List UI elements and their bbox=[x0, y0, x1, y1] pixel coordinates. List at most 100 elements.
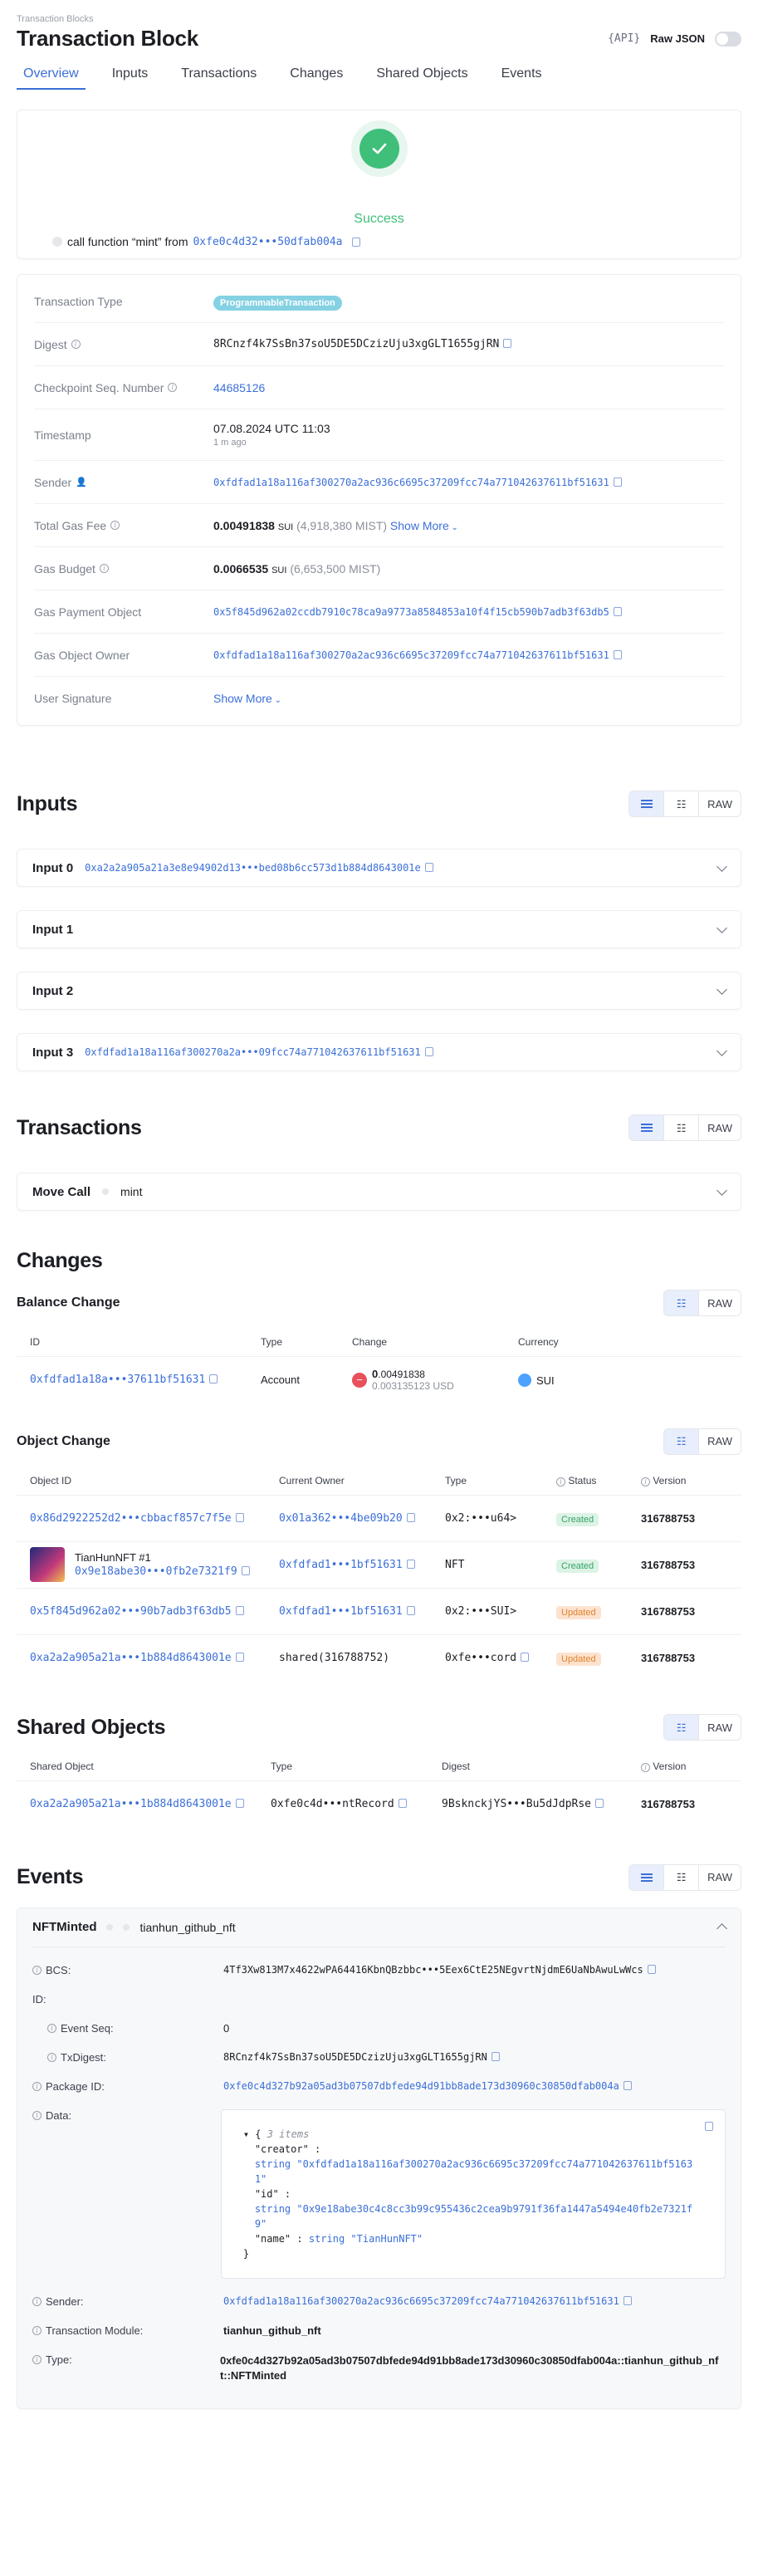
raw-view-button[interactable]: RAW bbox=[699, 1715, 741, 1740]
list-view-button[interactable] bbox=[629, 1864, 665, 1890]
list-view-button[interactable] bbox=[629, 791, 665, 816]
shared-object-link[interactable]: 0xa2a2a905a21a•••1b884d8643001e bbox=[30, 1798, 232, 1810]
copy-icon[interactable] bbox=[424, 863, 433, 872]
copy-icon[interactable] bbox=[595, 1799, 604, 1809]
chevron-down-icon[interactable] bbox=[716, 983, 727, 995]
change-usd: 0.003135123 bbox=[372, 1379, 431, 1392]
raw-view-button[interactable]: RAW bbox=[699, 791, 741, 816]
info-icon[interactable]: i bbox=[32, 2354, 42, 2364]
breadcrumb[interactable]: Transaction Blocks bbox=[17, 0, 741, 24]
checkpoint-link[interactable]: 44685126 bbox=[213, 381, 724, 394]
copy-icon[interactable] bbox=[398, 1799, 407, 1809]
tree-view-button[interactable]: ☷ bbox=[664, 791, 700, 816]
copy-icon[interactable] bbox=[424, 1047, 433, 1056]
chevron-down-icon[interactable] bbox=[716, 1184, 727, 1196]
object-id-link[interactable]: 0x5f845d962a02•••90b7adb3f63db5 bbox=[30, 1605, 232, 1618]
collapse-icon[interactable]: ▾ bbox=[243, 2128, 249, 2140]
tree-view-button[interactable]: ☷ bbox=[664, 1864, 700, 1890]
tab-changes[interactable]: Changes bbox=[283, 66, 350, 90]
copy-icon[interactable] bbox=[406, 1605, 415, 1615]
input-value-link[interactable]: 0xa2a2a905a21a3e8e94902d13•••bed08b6cc57… bbox=[85, 862, 421, 874]
raw-view-button[interactable]: RAW bbox=[699, 1865, 741, 1890]
copy-icon[interactable] bbox=[623, 2080, 632, 2090]
info-icon[interactable]: i bbox=[641, 1477, 650, 1486]
api-button[interactable]: {API} bbox=[608, 32, 640, 45]
call-package-link[interactable]: 0xfe0c4d32•••50dfab004a bbox=[193, 236, 342, 248]
input-0[interactable]: Input 0 0xa2a2a905a21a3e8e94902d13•••bed0… bbox=[17, 849, 741, 887]
tab-inputs[interactable]: Inputs bbox=[105, 66, 155, 90]
move-call[interactable]: Move Call mint bbox=[17, 1173, 741, 1211]
copy-icon[interactable] bbox=[623, 2295, 632, 2305]
copy-icon[interactable] bbox=[503, 339, 512, 348]
info-icon[interactable]: i bbox=[32, 2081, 42, 2091]
nft-thumbnail[interactable] bbox=[30, 1547, 65, 1582]
chevron-up-icon[interactable] bbox=[716, 1923, 727, 1934]
raw-json-toggle[interactable] bbox=[715, 31, 741, 47]
tree-view-button[interactable]: ☷ bbox=[664, 1428, 700, 1454]
info-icon[interactable]: i bbox=[32, 2325, 42, 2335]
owner-link[interactable]: 0xfdfad1•••1bf51631 bbox=[279, 1559, 403, 1571]
copy-icon[interactable] bbox=[613, 649, 622, 659]
list-view-button[interactable] bbox=[629, 1115, 665, 1140]
info-icon[interactable]: i bbox=[32, 2296, 42, 2306]
info-icon[interactable]: i bbox=[47, 2023, 56, 2033]
sender-link[interactable]: 0xfdfad1a18a116af300270a2ac936c6695c3720… bbox=[223, 2295, 619, 2307]
input-1[interactable]: Input 1 bbox=[17, 910, 741, 948]
chevron-down-icon[interactable] bbox=[716, 860, 727, 872]
copy-icon[interactable] bbox=[241, 1566, 250, 1575]
owner-link[interactable]: 0xfdfad1•••1bf51631 bbox=[279, 1605, 403, 1618]
package-link[interactable]: 0xfe0c4d327b92a05ad3b07507dbfede94d91bb8… bbox=[223, 2080, 619, 2092]
copy-icon[interactable] bbox=[351, 237, 360, 247]
copy-icon[interactable] bbox=[613, 477, 622, 487]
tree-view-button[interactable]: ☷ bbox=[664, 1715, 700, 1740]
chevron-down-icon[interactable] bbox=[716, 922, 727, 933]
copy-icon[interactable] bbox=[406, 1512, 415, 1522]
event-header[interactable]: NFTMinted tianhun_github_nft bbox=[32, 1908, 727, 1947]
show-more-signature[interactable]: Show More bbox=[213, 692, 272, 705]
raw-view-button[interactable]: RAW bbox=[699, 1429, 741, 1454]
info-icon[interactable]: i bbox=[32, 1965, 42, 1975]
tab-overview[interactable]: Overview bbox=[17, 66, 86, 90]
raw-view-button[interactable]: RAW bbox=[699, 1115, 741, 1140]
copy-icon[interactable] bbox=[235, 1652, 244, 1662]
info-icon[interactable]: i bbox=[556, 1477, 565, 1486]
owner-link[interactable]: 0x01a362•••4be09b20 bbox=[279, 1512, 403, 1525]
show-more-gas[interactable]: Show More bbox=[390, 519, 449, 532]
copy-icon[interactable] bbox=[235, 1799, 244, 1809]
input-value-link[interactable]: 0xfdfad1a18a116af300270a2a•••09fcc74a771… bbox=[85, 1046, 421, 1058]
copy-icon[interactable] bbox=[235, 1512, 244, 1522]
copy-icon[interactable] bbox=[521, 1652, 530, 1662]
gas-owner-link[interactable]: 0xfdfad1a18a116af300270a2ac936c6695c3720… bbox=[213, 649, 609, 661]
info-icon[interactable]: i bbox=[168, 383, 178, 392]
object-id-link[interactable]: 0xa2a2a905a21a•••1b884d8643001e bbox=[30, 1652, 232, 1664]
object-id-link[interactable]: 0x86d2922252d2•••cbbacf857c7f5e bbox=[30, 1512, 232, 1525]
copy-icon[interactable] bbox=[705, 2121, 713, 2131]
tab-shared-objects[interactable]: Shared Objects bbox=[369, 66, 474, 90]
copy-icon[interactable] bbox=[647, 1964, 656, 1974]
tree-view-button[interactable]: ☷ bbox=[664, 1290, 700, 1315]
info-icon[interactable]: i bbox=[71, 340, 81, 349]
info-icon[interactable]: i bbox=[32, 2110, 42, 2120]
tab-transactions[interactable]: Transactions bbox=[174, 66, 263, 90]
info-icon[interactable]: i bbox=[641, 1763, 650, 1772]
copy-icon[interactable] bbox=[613, 606, 622, 616]
chevron-down-icon[interactable] bbox=[716, 1045, 727, 1056]
copy-icon[interactable] bbox=[491, 2051, 500, 2061]
raw-view-button[interactable]: RAW bbox=[699, 1290, 741, 1315]
tree-icon: ☷ bbox=[676, 1721, 687, 1734]
copy-icon[interactable] bbox=[235, 1605, 244, 1615]
info-icon[interactable]: i bbox=[47, 2052, 56, 2062]
copy-icon[interactable] bbox=[406, 1559, 415, 1569]
copy-icon[interactable] bbox=[209, 1374, 218, 1384]
info-icon[interactable]: i bbox=[110, 521, 120, 530]
gas-payment-link[interactable]: 0x5f845d962a02ccdb7910c78ca9a9773a858485… bbox=[213, 606, 609, 618]
tree-view-button[interactable]: ☷ bbox=[664, 1115, 700, 1140]
tab-events[interactable]: Events bbox=[495, 66, 549, 90]
input-2[interactable]: Input 2 bbox=[17, 972, 741, 1010]
info-icon[interactable]: i bbox=[99, 564, 109, 573]
event-bcs: i BCS: 4Tf3Xw813M7x4622wPA64416KbnQBzbbc••… bbox=[32, 1956, 726, 1985]
object-id-link[interactable]: 0x9e18abe30•••0fb2e7321f9 bbox=[75, 1565, 237, 1578]
input-3[interactable]: Input 3 0xfdfad1a18a116af300270a2a•••09fc… bbox=[17, 1033, 741, 1071]
sender-link[interactable]: 0xfdfad1a18a116af300270a2ac936c6695c3720… bbox=[213, 477, 609, 488]
balance-id-link[interactable]: 0xfdfad1a18a•••37611bf51631 bbox=[30, 1374, 205, 1386]
